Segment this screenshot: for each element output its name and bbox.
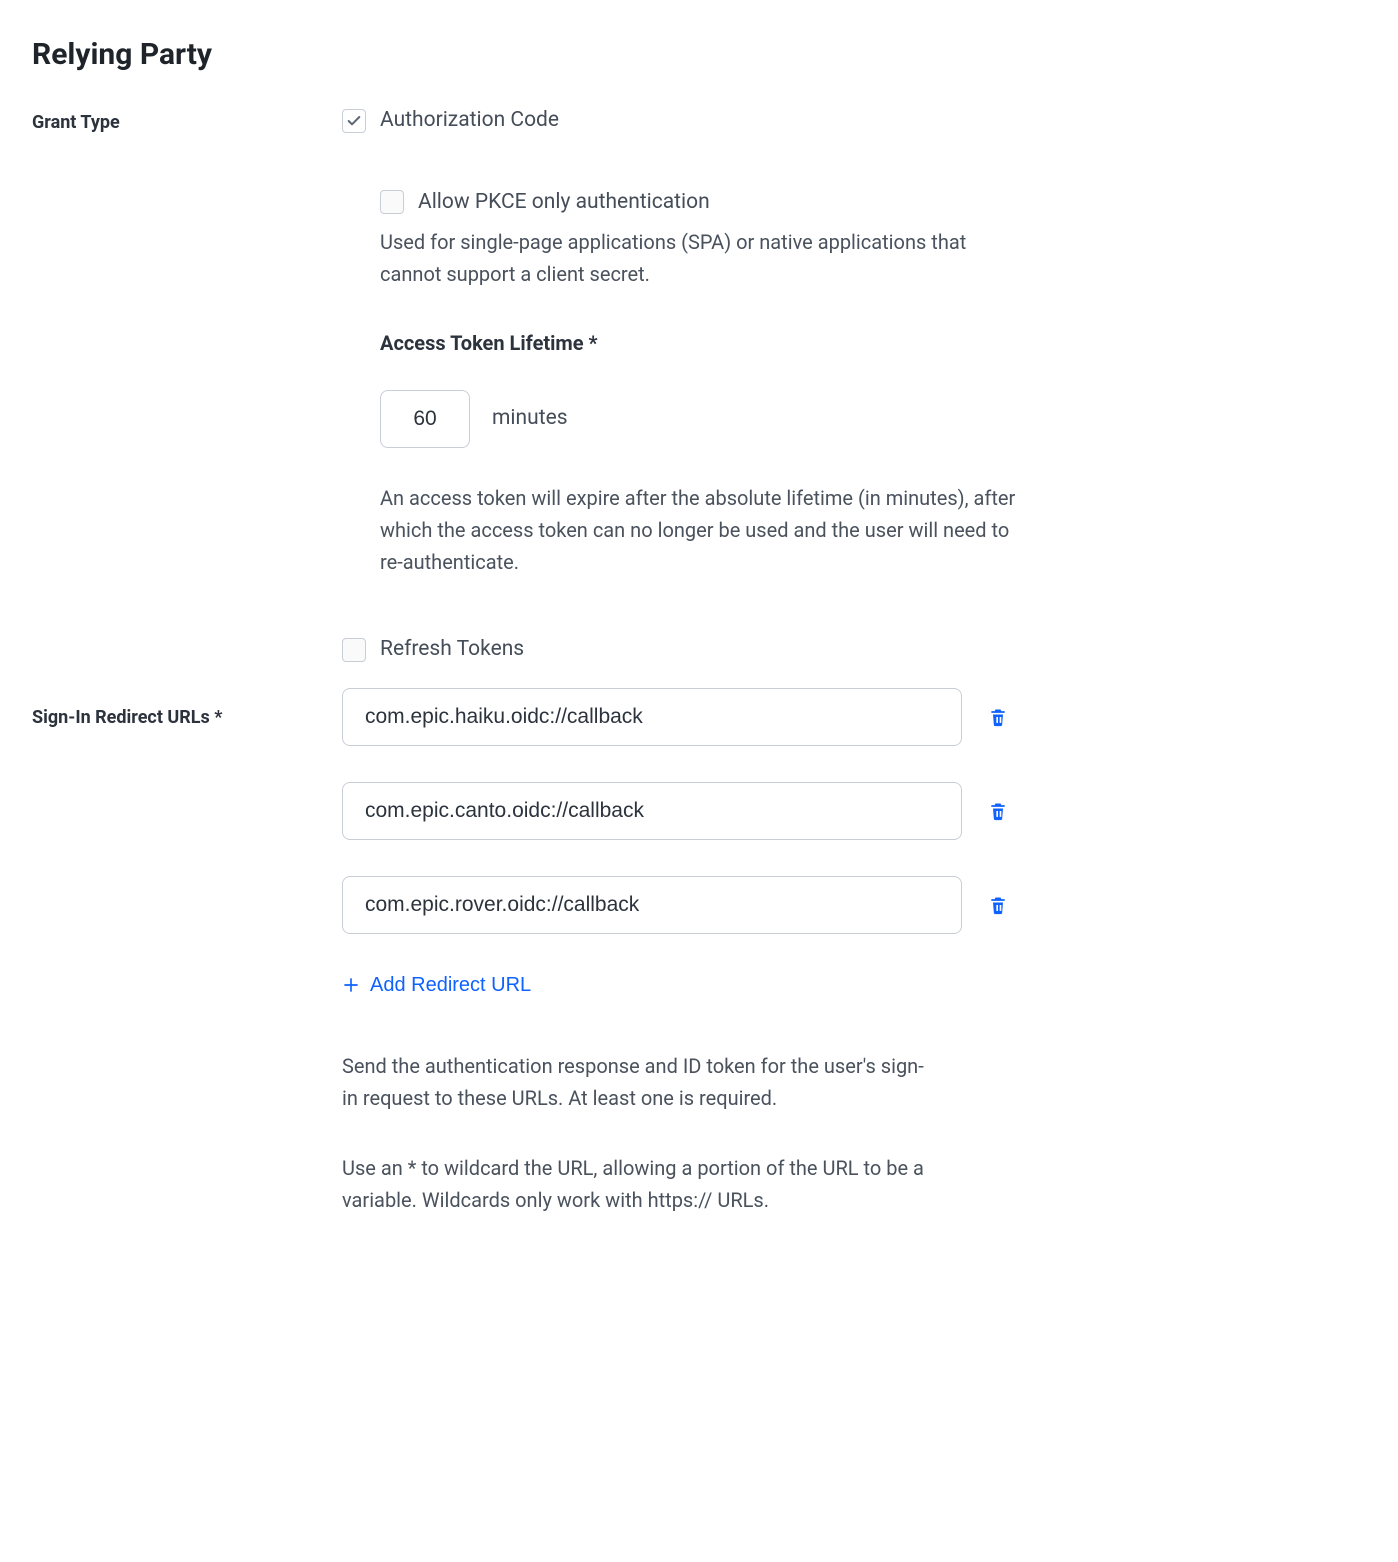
pkce-label: Allow PKCE only authentication	[418, 187, 710, 219]
authorization-code-checkbox[interactable]	[342, 109, 366, 133]
redirect-url-input[interactable]	[342, 876, 962, 934]
add-redirect-url-label: Add Redirect URL	[370, 974, 531, 997]
lifetime-unit: minutes	[492, 403, 568, 435]
add-redirect-url-button[interactable]: Add Redirect URL	[342, 974, 531, 997]
pkce-checkbox[interactable]	[380, 190, 404, 214]
grant-type-label: Grant Type	[32, 105, 342, 136]
refresh-tokens-checkbox[interactable]	[342, 638, 366, 662]
redirect-url-input[interactable]	[342, 782, 962, 840]
authorization-code-label: Authorization Code	[380, 105, 559, 137]
page-title: Relying Party	[32, 32, 1366, 77]
redirect-url-input[interactable]	[342, 688, 962, 746]
trash-icon	[988, 894, 1008, 916]
redirect-desc-1: Send the authentication response and ID …	[342, 1050, 932, 1114]
access-token-lifetime-input[interactable]	[380, 390, 470, 448]
check-icon	[346, 113, 362, 129]
plus-icon	[342, 976, 360, 994]
trash-icon	[988, 800, 1008, 822]
redirect-desc-2: Use an * to wildcard the URL, allowing a…	[342, 1152, 932, 1216]
lifetime-hint: An access token will expire after the ab…	[380, 482, 1020, 578]
delete-redirect-url-button[interactable]	[984, 702, 1012, 732]
delete-redirect-url-button[interactable]	[984, 890, 1012, 920]
refresh-tokens-label: Refresh Tokens	[380, 634, 524, 666]
trash-icon	[988, 706, 1008, 728]
access-token-lifetime-label: Access Token Lifetime *	[380, 328, 1366, 358]
pkce-hint: Used for single-page applications (SPA) …	[380, 226, 1020, 290]
redirect-urls-label: Sign-In Redirect URLs *	[32, 688, 342, 731]
delete-redirect-url-button[interactable]	[984, 796, 1012, 826]
